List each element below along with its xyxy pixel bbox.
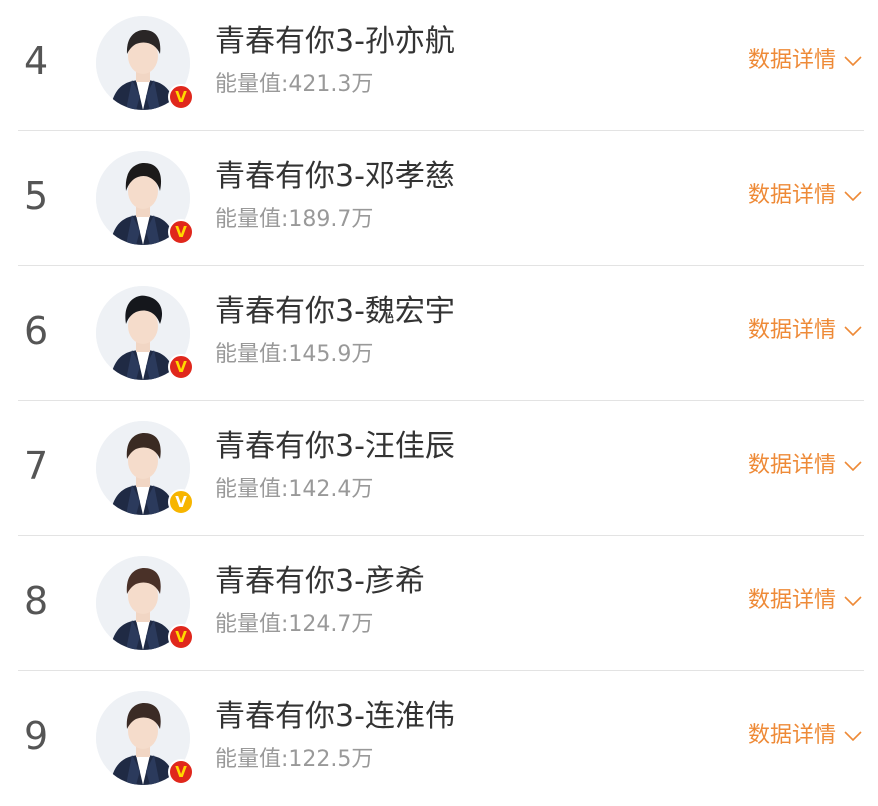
- verified-badge-label: V: [175, 87, 187, 106]
- verified-badge-icon: V: [168, 84, 194, 110]
- chevron-down-icon: [844, 596, 862, 607]
- rank-number: 5: [24, 174, 49, 218]
- verified-badge-icon: V: [168, 759, 194, 785]
- rank-number: 7: [24, 444, 49, 488]
- list-item[interactable]: 6 V 青春有你3-魏宏宇 能量值:145.9万 数据详情: [0, 266, 878, 401]
- contestant-name[interactable]: 青春有你3-彦希: [215, 564, 425, 600]
- verified-badge-icon: V: [168, 489, 194, 515]
- verified-badge-icon: V: [168, 354, 194, 380]
- list-item[interactable]: 4 V 青春有你3-孙亦航 能量值:421.3万 数据详情: [0, 0, 878, 131]
- ranking-list: 4 V 青春有你3-孙亦航 能量值:421.3万 数据详情 5 V 青春有你3-…: [0, 0, 878, 806]
- verified-badge-label: V: [175, 357, 187, 376]
- data-details-button[interactable]: 数据详情: [748, 183, 862, 209]
- list-item[interactable]: 8 V 青春有你3-彦希 能量值:124.7万 数据详情: [0, 536, 878, 671]
- chevron-down-icon: [844, 461, 862, 472]
- contestant-name[interactable]: 青春有你3-汪佳辰: [215, 429, 455, 465]
- energy-value: 能量值:145.9万: [215, 342, 374, 367]
- chevron-down-icon: [844, 326, 862, 337]
- data-details-button[interactable]: 数据详情: [748, 723, 862, 749]
- contestant-name[interactable]: 青春有你3-邓孝慈: [215, 159, 455, 195]
- data-details-label: 数据详情: [747, 183, 836, 208]
- verified-badge-label: V: [175, 492, 187, 511]
- verified-badge-icon: V: [168, 219, 194, 245]
- data-details-button[interactable]: 数据详情: [748, 48, 862, 74]
- energy-value: 能量值:142.4万: [215, 477, 374, 502]
- list-item[interactable]: 9 V 青春有你3-连淮伟 能量值:122.5万 数据详情: [0, 671, 878, 806]
- data-details-label: 数据详情: [747, 318, 836, 343]
- rank-number: 9: [24, 714, 49, 758]
- energy-value: 能量值:189.7万: [215, 207, 374, 232]
- data-details-label: 数据详情: [747, 48, 836, 73]
- rank-number: 4: [24, 39, 49, 83]
- contestant-name[interactable]: 青春有你3-孙亦航: [215, 24, 455, 60]
- rank-number: 6: [24, 309, 49, 353]
- data-details-label: 数据详情: [747, 723, 836, 748]
- contestant-name[interactable]: 青春有你3-连淮伟: [215, 699, 455, 735]
- data-details-button[interactable]: 数据详情: [748, 318, 862, 344]
- verified-badge-label: V: [175, 627, 187, 646]
- data-details-button[interactable]: 数据详情: [748, 453, 862, 479]
- contestant-name[interactable]: 青春有你3-魏宏宇: [215, 294, 455, 330]
- energy-value: 能量值:124.7万: [215, 612, 374, 637]
- chevron-down-icon: [844, 191, 862, 202]
- list-item[interactable]: 7 V 青春有你3-汪佳辰 能量值:142.4万 数据详情: [0, 401, 878, 536]
- energy-value: 能量值:122.5万: [215, 747, 374, 772]
- energy-value: 能量值:421.3万: [215, 72, 374, 97]
- chevron-down-icon: [844, 731, 862, 742]
- data-details-button[interactable]: 数据详情: [748, 588, 862, 614]
- verified-badge-label: V: [175, 222, 187, 241]
- chevron-down-icon: [844, 56, 862, 67]
- data-details-label: 数据详情: [747, 453, 836, 478]
- verified-badge-label: V: [175, 762, 187, 781]
- rank-number: 8: [24, 579, 49, 623]
- verified-badge-icon: V: [168, 624, 194, 650]
- list-item[interactable]: 5 V 青春有你3-邓孝慈 能量值:189.7万 数据详情: [0, 131, 878, 266]
- data-details-label: 数据详情: [747, 588, 836, 613]
